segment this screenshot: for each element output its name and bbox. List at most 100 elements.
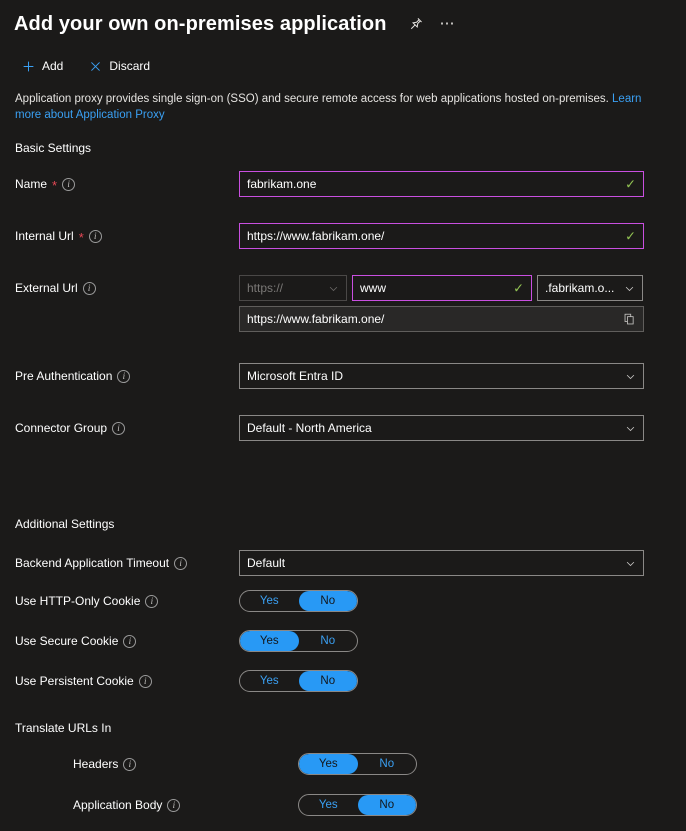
field-persistent-cookie: Yes No <box>239 670 686 692</box>
toggle-option-yes[interactable]: Yes <box>240 631 299 651</box>
secure-cookie-toggle[interactable]: Yes No <box>239 630 358 652</box>
field-external-url: https:// ✓ .fabrikam.o... <box>239 275 686 301</box>
label-translate-headers-text: Headers <box>73 757 118 771</box>
name-input-wrap: ✓ <box>239 171 644 197</box>
label-pre-authentication: Pre Authentication i <box>15 369 239 383</box>
row-translate-application-body: Application Body i Yes No <box>0 794 686 816</box>
external-url-host-wrap: ✓ <box>352 275 532 301</box>
toggle-option-no[interactable]: No <box>299 631 358 651</box>
external-url-suffix-value: .fabrikam.o... <box>545 281 614 295</box>
translate-application-body-toggle[interactable]: Yes No <box>298 794 417 816</box>
internal-url-input[interactable] <box>239 223 644 249</box>
info-icon[interactable]: i <box>112 422 125 435</box>
chevron-down-icon <box>625 423 636 434</box>
external-url-host-input[interactable] <box>352 275 532 301</box>
label-connector-group-text: Connector Group <box>15 421 107 435</box>
required-asterisk: * <box>79 233 84 243</box>
label-persistent-cookie: Use Persistent Cookie i <box>15 674 239 688</box>
row-http-only-cookie: Use HTTP-Only Cookie i Yes No <box>0 590 686 612</box>
info-icon[interactable]: i <box>62 178 75 191</box>
pre-authentication-select[interactable]: Microsoft Entra ID <box>239 363 644 389</box>
label-name: Name * i <box>15 177 239 191</box>
external-url-group: https:// ✓ .fabrikam.o... <box>239 275 643 301</box>
toggle-option-yes[interactable]: Yes <box>240 671 299 691</box>
toggle-option-no[interactable]: No <box>299 671 358 691</box>
info-icon[interactable]: i <box>123 635 136 648</box>
translate-urls-heading: Translate URLs In <box>0 721 686 735</box>
internal-url-input-wrap: ✓ <box>239 223 644 249</box>
ellipsis-icon[interactable]: ⋯ <box>435 11 461 37</box>
label-name-text: Name <box>15 177 47 191</box>
label-translate-application-body-text: Application Body <box>73 798 162 812</box>
persistent-cookie-toggle[interactable]: Yes No <box>239 670 358 692</box>
description-text: Application proxy provides single sign-o… <box>0 82 660 123</box>
backend-timeout-select[interactable]: Default <box>239 550 644 576</box>
translate-headers-toggle[interactable]: Yes No <box>298 753 417 775</box>
label-http-only-cookie: Use HTTP-Only Cookie i <box>15 594 239 608</box>
field-external-url-preview: https://www.fabrikam.one/ <box>239 306 686 332</box>
info-icon[interactable]: i <box>145 595 158 608</box>
field-name: ✓ <box>239 171 686 197</box>
row-external-url-preview: https://www.fabrikam.one/ <box>0 306 686 332</box>
field-http-only-cookie: Yes No <box>239 590 686 612</box>
connector-group-value: Default - North America <box>247 421 372 435</box>
toggle-option-no[interactable]: No <box>358 795 417 815</box>
row-name: Name * i ✓ <box>0 171 686 197</box>
field-connector-group: Default - North America <box>239 415 686 441</box>
label-internal-url-text: Internal Url <box>15 229 74 243</box>
row-pre-authentication: Pre Authentication i Microsoft Entra ID <box>0 363 686 389</box>
field-pre-authentication: Microsoft Entra ID <box>239 363 686 389</box>
info-icon[interactable]: i <box>83 282 96 295</box>
external-url-preview-value: https://www.fabrikam.one/ <box>247 312 619 326</box>
plus-icon <box>22 60 35 73</box>
pin-icon[interactable] <box>403 11 429 37</box>
chevron-down-icon <box>328 283 339 294</box>
label-connector-group: Connector Group i <box>15 421 239 435</box>
toggle-option-no[interactable]: No <box>358 754 417 774</box>
info-icon[interactable]: i <box>89 230 102 243</box>
row-secure-cookie: Use Secure Cookie i Yes No <box>0 630 686 652</box>
basic-settings-heading: Basic Settings <box>0 141 686 155</box>
http-only-cookie-toggle[interactable]: Yes No <box>239 590 358 612</box>
info-icon[interactable]: i <box>117 370 130 383</box>
info-icon[interactable]: i <box>174 557 187 570</box>
add-button-label: Add <box>42 59 63 73</box>
toggle-option-yes[interactable]: Yes <box>240 591 299 611</box>
label-secure-cookie: Use Secure Cookie i <box>15 634 239 648</box>
info-icon[interactable]: i <box>167 799 180 812</box>
label-pre-authentication-text: Pre Authentication <box>15 369 112 383</box>
field-translate-headers: Yes No <box>239 753 686 775</box>
copy-icon[interactable] <box>619 308 639 330</box>
chevron-down-icon <box>625 558 636 569</box>
row-persistent-cookie: Use Persistent Cookie i Yes No <box>0 670 686 692</box>
toggle-option-yes[interactable]: Yes <box>299 795 358 815</box>
external-url-preview: https://www.fabrikam.one/ <box>239 306 644 332</box>
field-translate-application-body: Yes No <box>239 794 686 816</box>
label-backend-timeout-text: Backend Application Timeout <box>15 556 169 570</box>
close-icon <box>89 60 102 73</box>
field-internal-url: ✓ <box>239 223 686 249</box>
connector-group-select[interactable]: Default - North America <box>239 415 644 441</box>
toggle-option-no[interactable]: No <box>299 591 358 611</box>
add-button[interactable]: Add <box>18 52 67 80</box>
label-backend-timeout: Backend Application Timeout i <box>15 556 239 570</box>
row-internal-url: Internal Url * i ✓ <box>0 223 686 249</box>
external-url-suffix-select[interactable]: .fabrikam.o... <box>537 275 643 301</box>
label-translate-headers: Headers i <box>15 757 239 771</box>
info-icon[interactable]: i <box>123 758 136 771</box>
row-connector-group: Connector Group i Default - North Americ… <box>0 415 686 441</box>
info-icon[interactable]: i <box>139 675 152 688</box>
toggle-option-yes[interactable]: Yes <box>299 754 358 774</box>
label-persistent-cookie-text: Use Persistent Cookie <box>15 674 134 688</box>
discard-button-label: Discard <box>109 59 150 73</box>
field-secure-cookie: Yes No <box>239 630 686 652</box>
page-title: Add your own on-premises application <box>14 13 387 36</box>
external-url-protocol-select: https:// <box>239 275 347 301</box>
discard-button[interactable]: Discard <box>85 52 154 80</box>
required-asterisk: * <box>52 181 57 191</box>
name-input[interactable] <box>239 171 644 197</box>
row-backend-timeout: Backend Application Timeout i Default <box>0 550 686 576</box>
row-external-url: External Url i https:// ✓ .fabrikam.o... <box>0 275 686 301</box>
command-bar: Add Discard <box>0 50 686 82</box>
chevron-down-icon <box>625 371 636 382</box>
